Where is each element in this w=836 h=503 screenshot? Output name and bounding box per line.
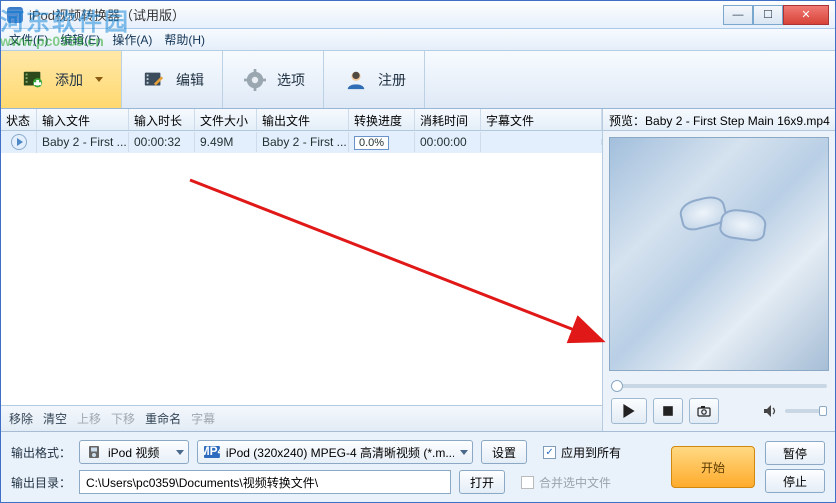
- menu-action[interactable]: 操作(A): [112, 31, 152, 48]
- col-progress[interactable]: 转换进度: [349, 109, 415, 130]
- table-row[interactable]: Baby 2 - First ... 00:00:32 9.49M Baby 2…: [1, 131, 602, 153]
- volume-icon: [763, 404, 779, 418]
- stopconv-button[interactable]: 停止: [765, 469, 825, 493]
- register-button[interactable]: 注册: [324, 51, 425, 108]
- merge-label: 合并选中文件: [539, 474, 611, 491]
- col-input-file[interactable]: 输入文件: [37, 109, 129, 130]
- svg-text:MP4: MP4: [204, 446, 220, 458]
- apply-all-checkbox[interactable]: ✓: [543, 446, 556, 459]
- menu-file[interactable]: 文件(F): [9, 31, 48, 48]
- window-title: iPod视频转换器（试用版）: [29, 5, 185, 24]
- rename-link[interactable]: 重命名: [145, 410, 181, 427]
- preview-video[interactable]: [609, 137, 829, 371]
- col-elapsed[interactable]: 消耗时间: [415, 109, 481, 130]
- subtitle-link[interactable]: 字幕: [191, 410, 215, 427]
- preview-panel: 预览：Baby 2 - First Step Main 16x9.mp4: [603, 109, 835, 431]
- col-input-duration[interactable]: 输入时长: [129, 109, 195, 130]
- ipod-icon: [86, 445, 102, 459]
- remove-link[interactable]: 移除: [9, 410, 33, 427]
- clear-link[interactable]: 清空: [43, 410, 67, 427]
- moveup-link[interactable]: 上移: [77, 410, 101, 427]
- minimize-button[interactable]: —: [723, 5, 753, 25]
- apply-all-label: 应用到所有: [561, 444, 621, 461]
- pause-button[interactable]: 暂停: [765, 441, 825, 465]
- menu-help[interactable]: 帮助(H): [164, 31, 205, 48]
- preview-title: 预览：Baby 2 - First Step Main 16x9.mp4: [603, 109, 835, 131]
- menu-edit[interactable]: 编辑(E): [60, 31, 100, 48]
- stop-button[interactable]: [653, 398, 683, 424]
- gear-icon: [241, 66, 269, 94]
- format-label: 输出格式：: [11, 444, 71, 461]
- mp4-icon: MP4: [204, 446, 220, 458]
- user-icon: [342, 66, 370, 94]
- col-output-file[interactable]: 输出文件: [257, 109, 349, 130]
- movedown-link[interactable]: 下移: [111, 410, 135, 427]
- maximize-button[interactable]: ☐: [753, 5, 783, 25]
- film-add-icon: [19, 66, 47, 94]
- file-list-area: 状态 输入文件 输入时长 文件大小 输出文件 转换进度 消耗时间 字幕文件 Ba…: [1, 109, 603, 431]
- chevron-down-icon: [176, 450, 184, 455]
- seek-slider[interactable]: [603, 377, 835, 395]
- preview-content: [718, 207, 768, 243]
- close-button[interactable]: ✕: [783, 5, 829, 25]
- dir-label: 输出目录：: [11, 474, 71, 491]
- titlebar[interactable]: iPod视频转换器（试用版） — ☐ ✕: [1, 1, 835, 29]
- profile-combo[interactable]: iPod 视频: [79, 440, 189, 464]
- volume-slider[interactable]: [785, 409, 827, 413]
- snapshot-button[interactable]: [689, 398, 719, 424]
- col-subtitle[interactable]: 字幕文件: [481, 109, 602, 130]
- progress-value: 0.0%: [354, 136, 389, 150]
- chevron-down-icon: [95, 77, 103, 82]
- play-status-icon: [11, 134, 27, 150]
- slider-thumb[interactable]: [611, 380, 623, 392]
- option-button[interactable]: 选项: [223, 51, 324, 108]
- col-file-size[interactable]: 文件大小: [195, 109, 257, 130]
- film-edit-icon: [140, 66, 168, 94]
- col-status[interactable]: 状态: [1, 109, 37, 130]
- merge-checkbox[interactable]: [521, 476, 534, 489]
- table-header: 状态 输入文件 输入时长 文件大小 输出文件 转换进度 消耗时间 字幕文件: [1, 109, 602, 131]
- bottom-panel: 输出格式： iPod 视频 MP4 iPod (320x240) MPEG-4 …: [1, 431, 835, 502]
- play-button[interactable]: [611, 398, 647, 424]
- open-button[interactable]: 打开: [459, 470, 505, 494]
- list-footer: 移除 清空 上移 下移 重命名 字幕: [1, 405, 602, 431]
- app-icon: [7, 7, 23, 23]
- edit-button[interactable]: 编辑: [122, 51, 223, 108]
- add-button[interactable]: 添加: [1, 51, 122, 108]
- codec-combo[interactable]: MP4 iPod (320x240) MPEG-4 高清晰视频 (*.m...: [197, 440, 473, 464]
- output-dir-input[interactable]: C:\Users\pc0359\Documents\视频转换文件\: [79, 470, 451, 494]
- chevron-down-icon: [460, 450, 468, 455]
- toolbar: 添加 编辑 选项 注册: [1, 51, 835, 109]
- settings-button[interactable]: 设置: [481, 440, 527, 464]
- start-button[interactable]: 开始: [671, 446, 755, 488]
- menubar: 文件(F) 编辑(E) 操作(A) 帮助(H): [1, 29, 835, 51]
